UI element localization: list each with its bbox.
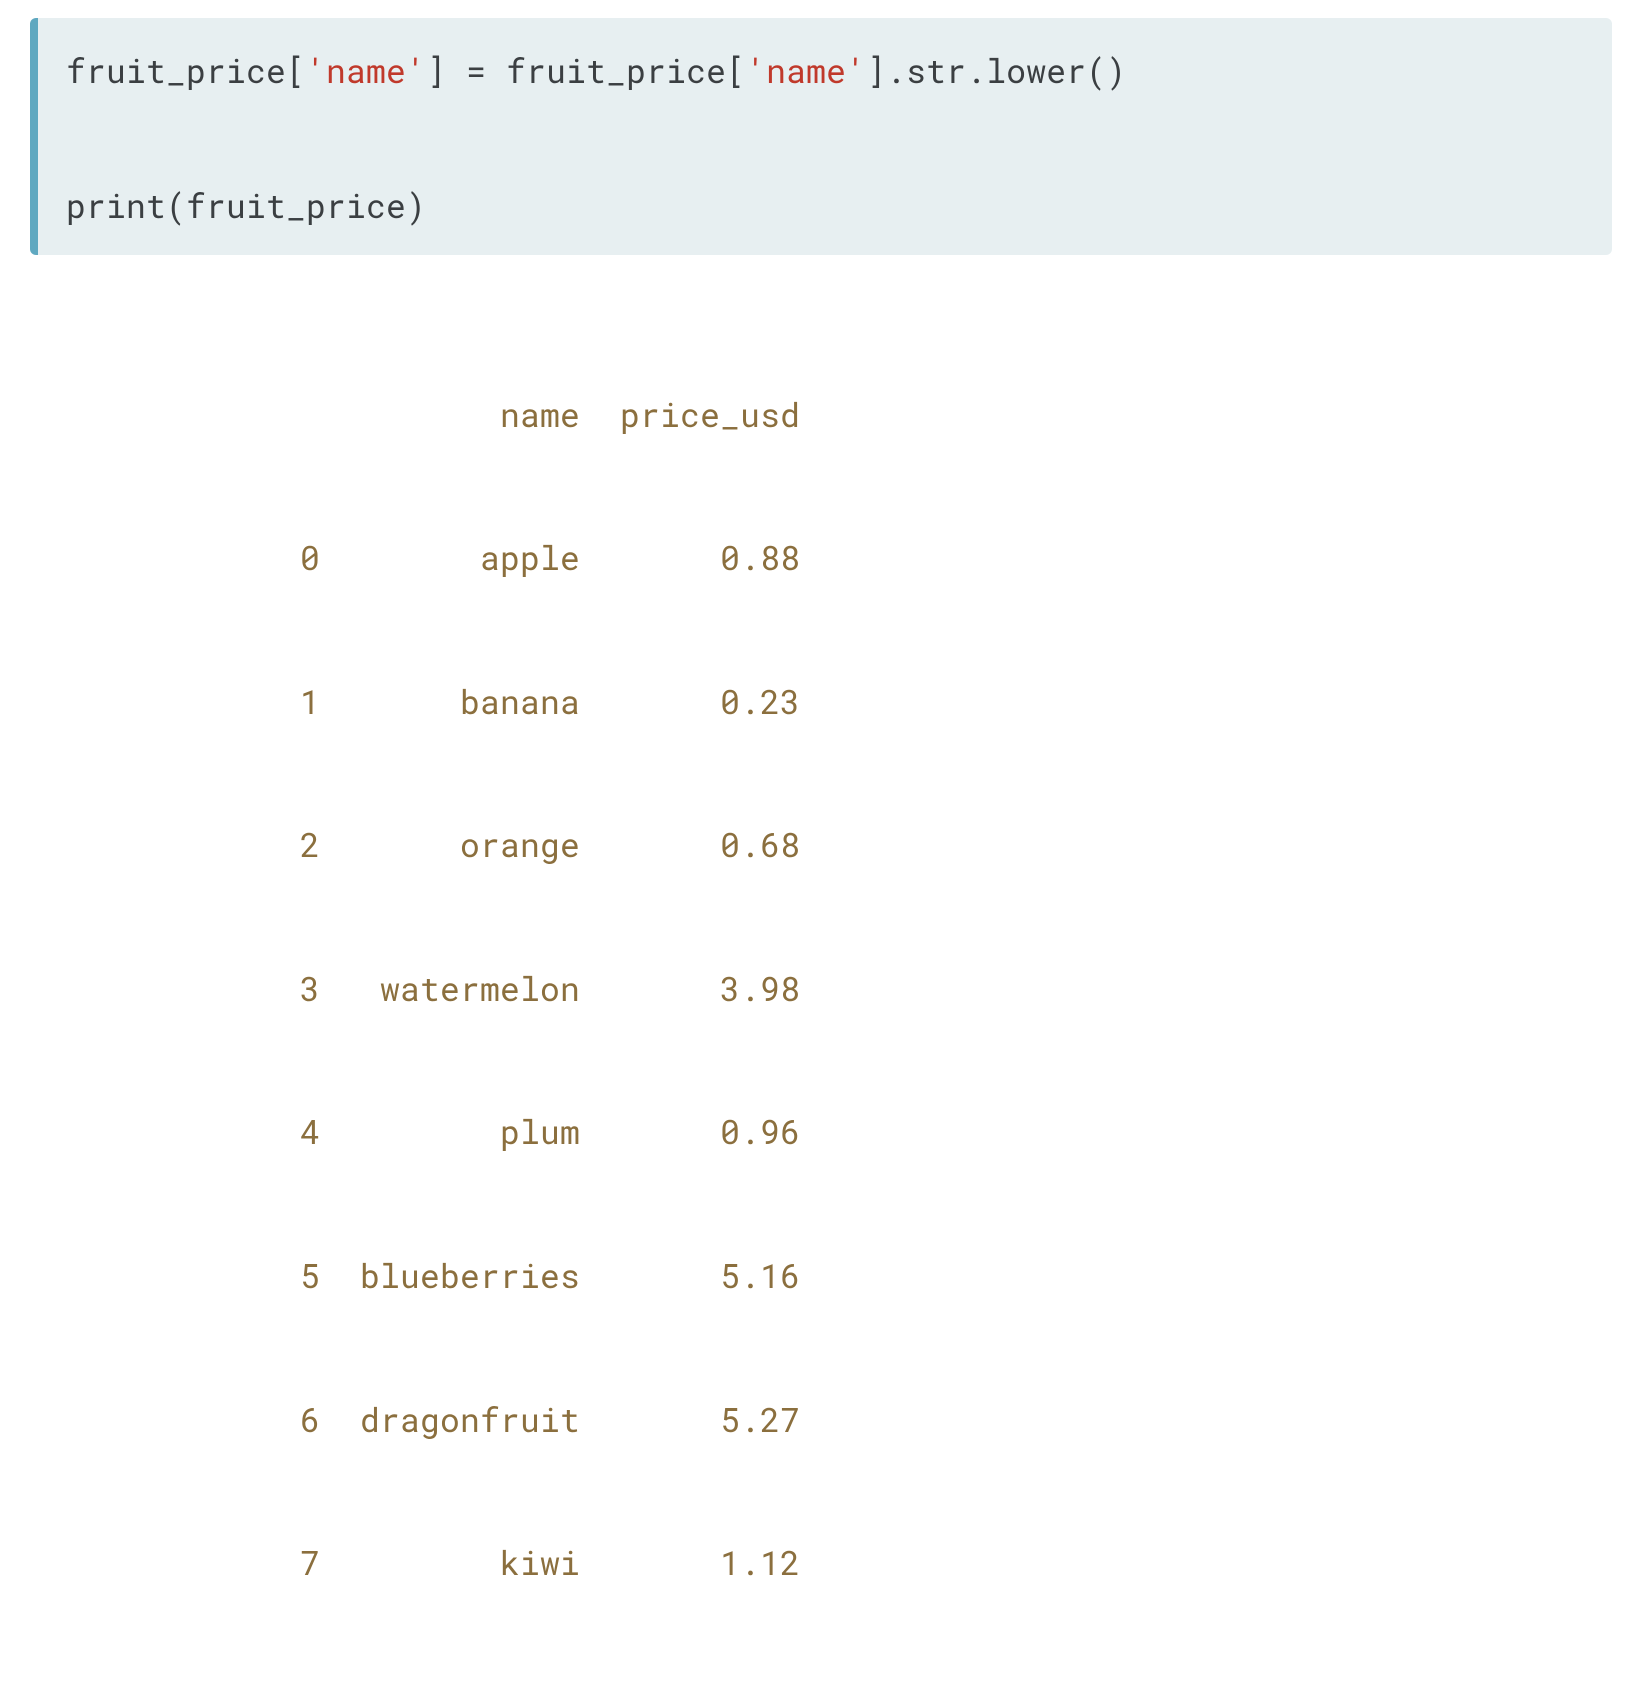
code-blank-line xyxy=(66,93,1584,183)
output-row: 2 orange 0.68 xyxy=(300,821,1642,869)
output-row: 7 kiwi 1.12 xyxy=(300,1539,1642,1587)
code-token: ].str.lower() xyxy=(866,48,1126,92)
page-container: fruit_price['name'] = fruit_price['name'… xyxy=(0,18,1642,996)
code-string-token: 'name' xyxy=(746,48,866,92)
output-row: 1 banana 0.23 xyxy=(300,678,1642,726)
output-row: 6 dragonfruit 5.27 xyxy=(300,1396,1642,1444)
output-header: name price_usd xyxy=(300,391,1642,439)
code-block: fruit_price['name'] = fruit_price['name'… xyxy=(30,18,1612,255)
output-row: 3 watermelon 3.98 xyxy=(300,965,1642,1013)
output-row: 0 apple 0.88 xyxy=(300,534,1642,582)
output-row: 5 blueberries 5.16 xyxy=(300,1252,1642,1300)
code-line-3: print(fruit_price) xyxy=(66,183,1584,228)
code-line-1: fruit_price['name'] = fruit_price['name'… xyxy=(66,48,1584,93)
code-token: ] = fruit_price[ xyxy=(426,48,746,92)
code-token: fruit_price[ xyxy=(66,48,306,92)
output-row: 4 plum 0.96 xyxy=(300,1108,1642,1156)
output-block: name price_usd 0 apple 0.88 1 banana 0.2… xyxy=(0,295,1642,1682)
code-string-token: 'name' xyxy=(306,48,426,92)
